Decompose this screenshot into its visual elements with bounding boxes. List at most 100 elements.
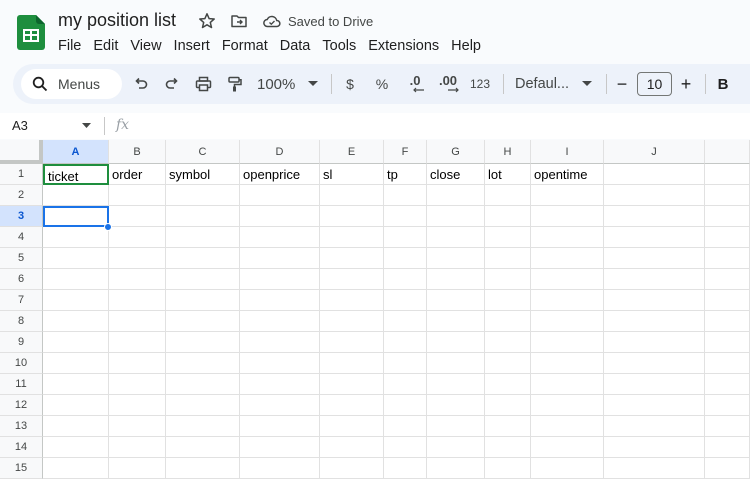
decrease-font-size-button[interactable]: −	[613, 74, 631, 94]
cell-d15[interactable]	[240, 458, 320, 479]
undo-button[interactable]	[131, 74, 151, 94]
cell-e11[interactable]	[320, 374, 384, 395]
row-header-2[interactable]: 2	[0, 185, 43, 206]
decrease-decimal-button[interactable]: .0	[403, 74, 427, 94]
cell-e4[interactable]	[320, 227, 384, 248]
cell-j10[interactable]	[604, 353, 705, 374]
cell-i5[interactable]	[531, 248, 604, 269]
cell-b15[interactable]	[109, 458, 166, 479]
row-header-11[interactable]: 11	[0, 374, 43, 395]
cell-a13[interactable]	[43, 416, 109, 437]
cell-a14[interactable]	[43, 437, 109, 458]
cell-i11[interactable]	[531, 374, 604, 395]
cell-d9[interactable]	[240, 332, 320, 353]
row-header-5[interactable]: 5	[0, 248, 43, 269]
cell-g9[interactable]	[427, 332, 485, 353]
cell-g6[interactable]	[427, 269, 485, 290]
bold-button[interactable]: B	[713, 74, 733, 94]
row-header-13[interactable]: 13	[0, 416, 43, 437]
cell-g14[interactable]	[427, 437, 485, 458]
font-family-select[interactable]: Defaul...	[515, 74, 575, 94]
cell-a9[interactable]	[43, 332, 109, 353]
cell-g2[interactable]	[427, 185, 485, 206]
cell-j6[interactable]	[604, 269, 705, 290]
cell-g7[interactable]	[427, 290, 485, 311]
cell-e8[interactable]	[320, 311, 384, 332]
cell-j3[interactable]	[604, 206, 705, 227]
cell-i1[interactable]: opentime	[531, 164, 604, 185]
cell-k15[interactable]	[705, 458, 750, 479]
row-header-3[interactable]: 3	[0, 206, 43, 227]
cell-b14[interactable]	[109, 437, 166, 458]
star-icon[interactable]	[198, 12, 216, 30]
cell-b10[interactable]	[109, 353, 166, 374]
row-header-1[interactable]: 1	[0, 164, 43, 185]
cell-h15[interactable]	[485, 458, 531, 479]
cell-b2[interactable]	[109, 185, 166, 206]
column-header-a[interactable]: A	[43, 140, 109, 164]
fill-handle[interactable]	[104, 223, 112, 231]
search-menus-button[interactable]: Menus	[21, 69, 122, 99]
cell-h12[interactable]	[485, 395, 531, 416]
menu-edit[interactable]: Edit	[87, 36, 124, 56]
cell-i2[interactable]	[531, 185, 604, 206]
menu-view[interactable]: View	[124, 36, 167, 56]
cell-a2[interactable]	[43, 185, 109, 206]
cell-c13[interactable]	[166, 416, 240, 437]
cell-f2[interactable]	[384, 185, 427, 206]
cell-k5[interactable]	[705, 248, 750, 269]
cell-k14[interactable]	[705, 437, 750, 458]
cell-e9[interactable]	[320, 332, 384, 353]
cell-b12[interactable]	[109, 395, 166, 416]
column-header-k[interactable]	[705, 140, 750, 164]
cell-j1[interactable]	[604, 164, 705, 185]
cell-d7[interactable]	[240, 290, 320, 311]
redo-button[interactable]	[162, 74, 182, 94]
move-folder-icon[interactable]	[230, 12, 248, 30]
name-box-caret-icon[interactable]	[82, 123, 91, 128]
cell-c14[interactable]	[166, 437, 240, 458]
cell-e5[interactable]	[320, 248, 384, 269]
cell-k2[interactable]	[705, 185, 750, 206]
cell-i9[interactable]	[531, 332, 604, 353]
cell-e12[interactable]	[320, 395, 384, 416]
cell-h4[interactable]	[485, 227, 531, 248]
cell-a10[interactable]	[43, 353, 109, 374]
more-formats-button[interactable]: 123	[469, 74, 491, 94]
cell-k12[interactable]	[705, 395, 750, 416]
cell-e13[interactable]	[320, 416, 384, 437]
cell-f6[interactable]	[384, 269, 427, 290]
cell-j5[interactable]	[604, 248, 705, 269]
cell-f7[interactable]	[384, 290, 427, 311]
cell-d14[interactable]	[240, 437, 320, 458]
menu-file[interactable]: File	[52, 36, 87, 56]
cell-e6[interactable]	[320, 269, 384, 290]
column-header-h[interactable]: H	[485, 140, 531, 164]
cell-k6[interactable]	[705, 269, 750, 290]
increase-font-size-button[interactable]: +	[677, 74, 695, 94]
increase-decimal-button[interactable]: .00	[435, 74, 461, 94]
row-header-8[interactable]: 8	[0, 311, 43, 332]
cell-d12[interactable]	[240, 395, 320, 416]
cell-h11[interactable]	[485, 374, 531, 395]
cell-c4[interactable]	[166, 227, 240, 248]
cell-c6[interactable]	[166, 269, 240, 290]
cell-b5[interactable]	[109, 248, 166, 269]
cell-c8[interactable]	[166, 311, 240, 332]
cell-j15[interactable]	[604, 458, 705, 479]
cell-g3[interactable]	[427, 206, 485, 227]
cell-h14[interactable]	[485, 437, 531, 458]
row-header-9[interactable]: 9	[0, 332, 43, 353]
cell-b4[interactable]	[109, 227, 166, 248]
cell-g10[interactable]	[427, 353, 485, 374]
cell-j7[interactable]	[604, 290, 705, 311]
cell-d13[interactable]	[240, 416, 320, 437]
cell-e14[interactable]	[320, 437, 384, 458]
cell-c10[interactable]	[166, 353, 240, 374]
font-dropdown-button[interactable]	[581, 74, 593, 94]
cell-d1[interactable]: openprice	[240, 164, 320, 185]
cell-a5[interactable]	[43, 248, 109, 269]
column-header-g[interactable]: G	[427, 140, 485, 164]
column-header-i[interactable]: I	[531, 140, 604, 164]
column-header-b[interactable]: B	[109, 140, 166, 164]
